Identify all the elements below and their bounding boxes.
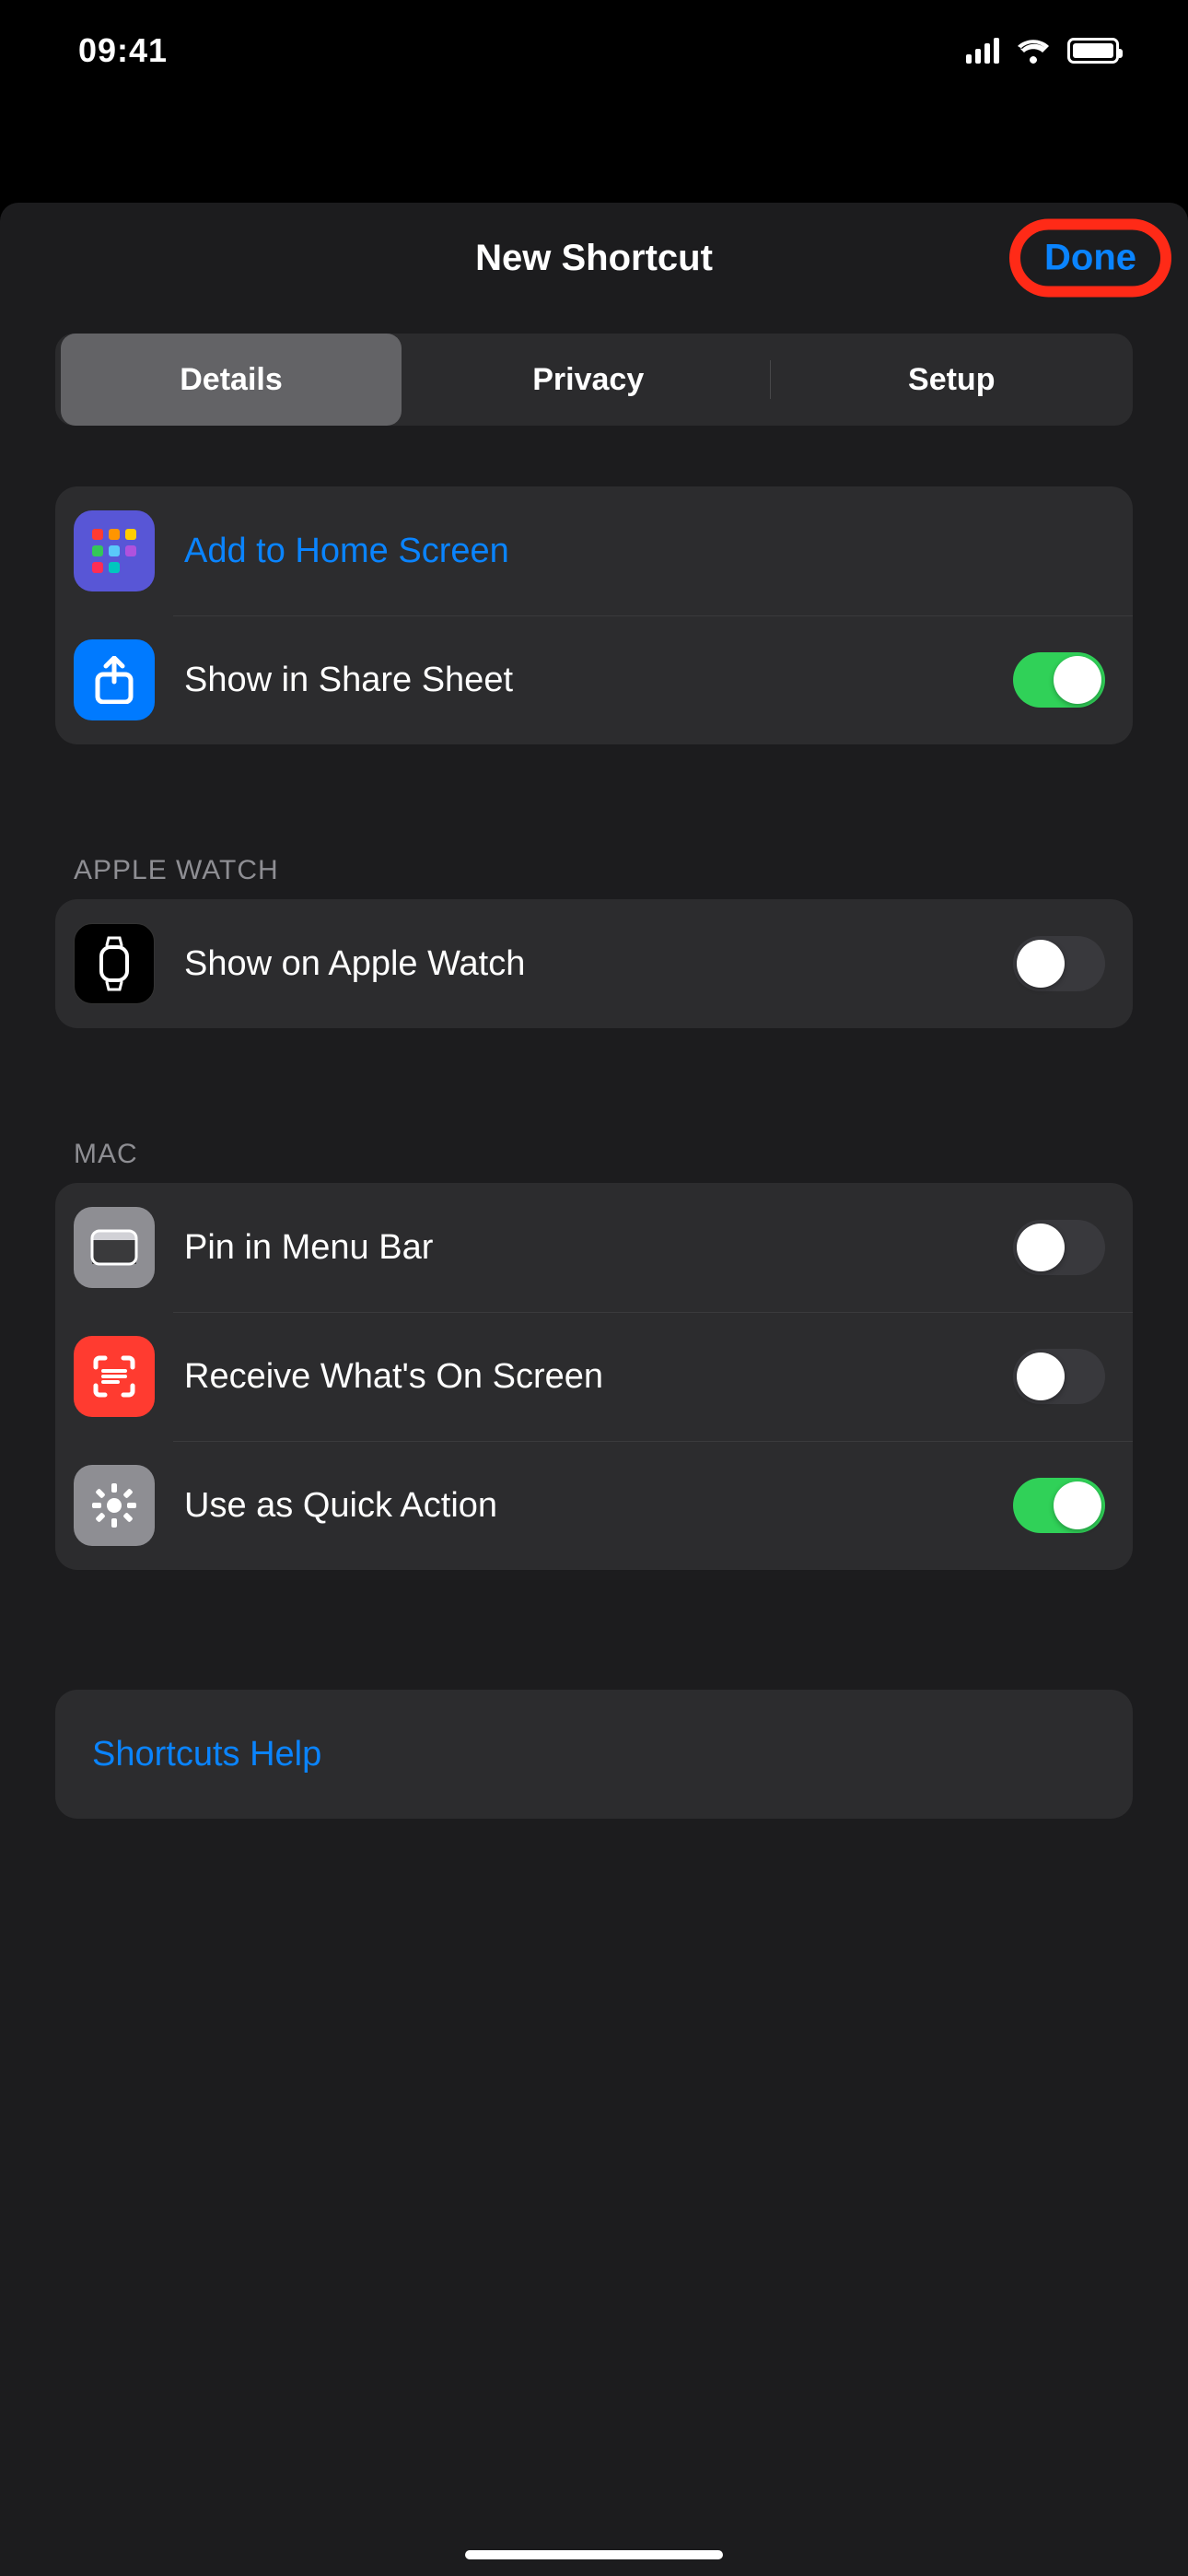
group-mac: Pin in Menu Bar Receive What's On Screen <box>55 1183 1133 1570</box>
screen-capture-icon <box>74 1336 155 1417</box>
toggle-pin-in-menu-bar[interactable] <box>1013 1220 1105 1275</box>
row-add-to-home-screen[interactable]: Add to Home Screen <box>55 486 1133 615</box>
row-label: Add to Home Screen <box>184 532 1105 571</box>
row-pin-in-menu-bar[interactable]: Pin in Menu Bar <box>55 1183 1133 1312</box>
done-button[interactable]: Done <box>1044 238 1136 279</box>
toggle-show-on-apple-watch[interactable] <box>1013 936 1105 991</box>
toggle-show-in-share-sheet[interactable] <box>1013 652 1105 708</box>
row-show-in-share-sheet[interactable]: Show in Share Sheet <box>55 615 1133 744</box>
row-label: Pin in Menu Bar <box>184 1228 1013 1268</box>
group-header-apple-watch: Apple Watch <box>74 855 1114 886</box>
tab-details[interactable]: Details <box>61 334 402 426</box>
toggle-use-as-quick-action[interactable] <box>1013 1478 1105 1533</box>
row-label: Use as Quick Action <box>184 1486 1013 1526</box>
shortcut-settings-sheet: New Shortcut Done Details Privacy Setup … <box>0 203 1188 2576</box>
status-time: 09:41 <box>78 31 168 70</box>
wifi-icon <box>1016 38 1051 64</box>
row-label: Show in Share Sheet <box>184 661 1013 700</box>
status-bar: 09:41 <box>0 0 1188 101</box>
gear-icon <box>74 1465 155 1546</box>
cellular-signal-icon <box>966 38 999 64</box>
status-indicators <box>966 38 1119 64</box>
group-general: Add to Home Screen Show in Share Sheet <box>55 486 1133 744</box>
row-label: Shortcuts Help <box>92 1735 1105 1774</box>
sheet-header: New Shortcut Done <box>0 203 1188 313</box>
row-receive-whats-on-screen[interactable]: Receive What's On Screen <box>55 1312 1133 1441</box>
row-label: Receive What's On Screen <box>184 1357 1013 1397</box>
toggle-receive-whats-on-screen[interactable] <box>1013 1349 1105 1404</box>
apple-watch-icon <box>74 923 155 1004</box>
share-sheet-icon <box>74 639 155 720</box>
home-indicator <box>465 2550 723 2559</box>
menu-bar-icon <box>74 1207 155 1288</box>
row-show-on-apple-watch[interactable]: Show on Apple Watch <box>55 899 1133 1028</box>
tab-privacy[interactable]: Privacy <box>407 334 770 426</box>
segmented-control: Details Privacy Setup <box>55 334 1133 426</box>
row-label: Show on Apple Watch <box>184 944 1013 984</box>
battery-icon <box>1067 38 1119 64</box>
row-use-as-quick-action[interactable]: Use as Quick Action <box>55 1441 1133 1570</box>
tab-setup[interactable]: Setup <box>771 334 1134 426</box>
row-shortcuts-help[interactable]: Shortcuts Help <box>55 1690 1133 1819</box>
group-header-mac: Mac <box>74 1139 1114 1170</box>
home-screen-icon <box>74 510 155 591</box>
done-button-highlight: Done <box>1009 219 1171 298</box>
group-help: Shortcuts Help <box>55 1690 1133 1819</box>
sheet-title: New Shortcut <box>475 238 713 279</box>
group-apple-watch: Show on Apple Watch <box>55 899 1133 1028</box>
